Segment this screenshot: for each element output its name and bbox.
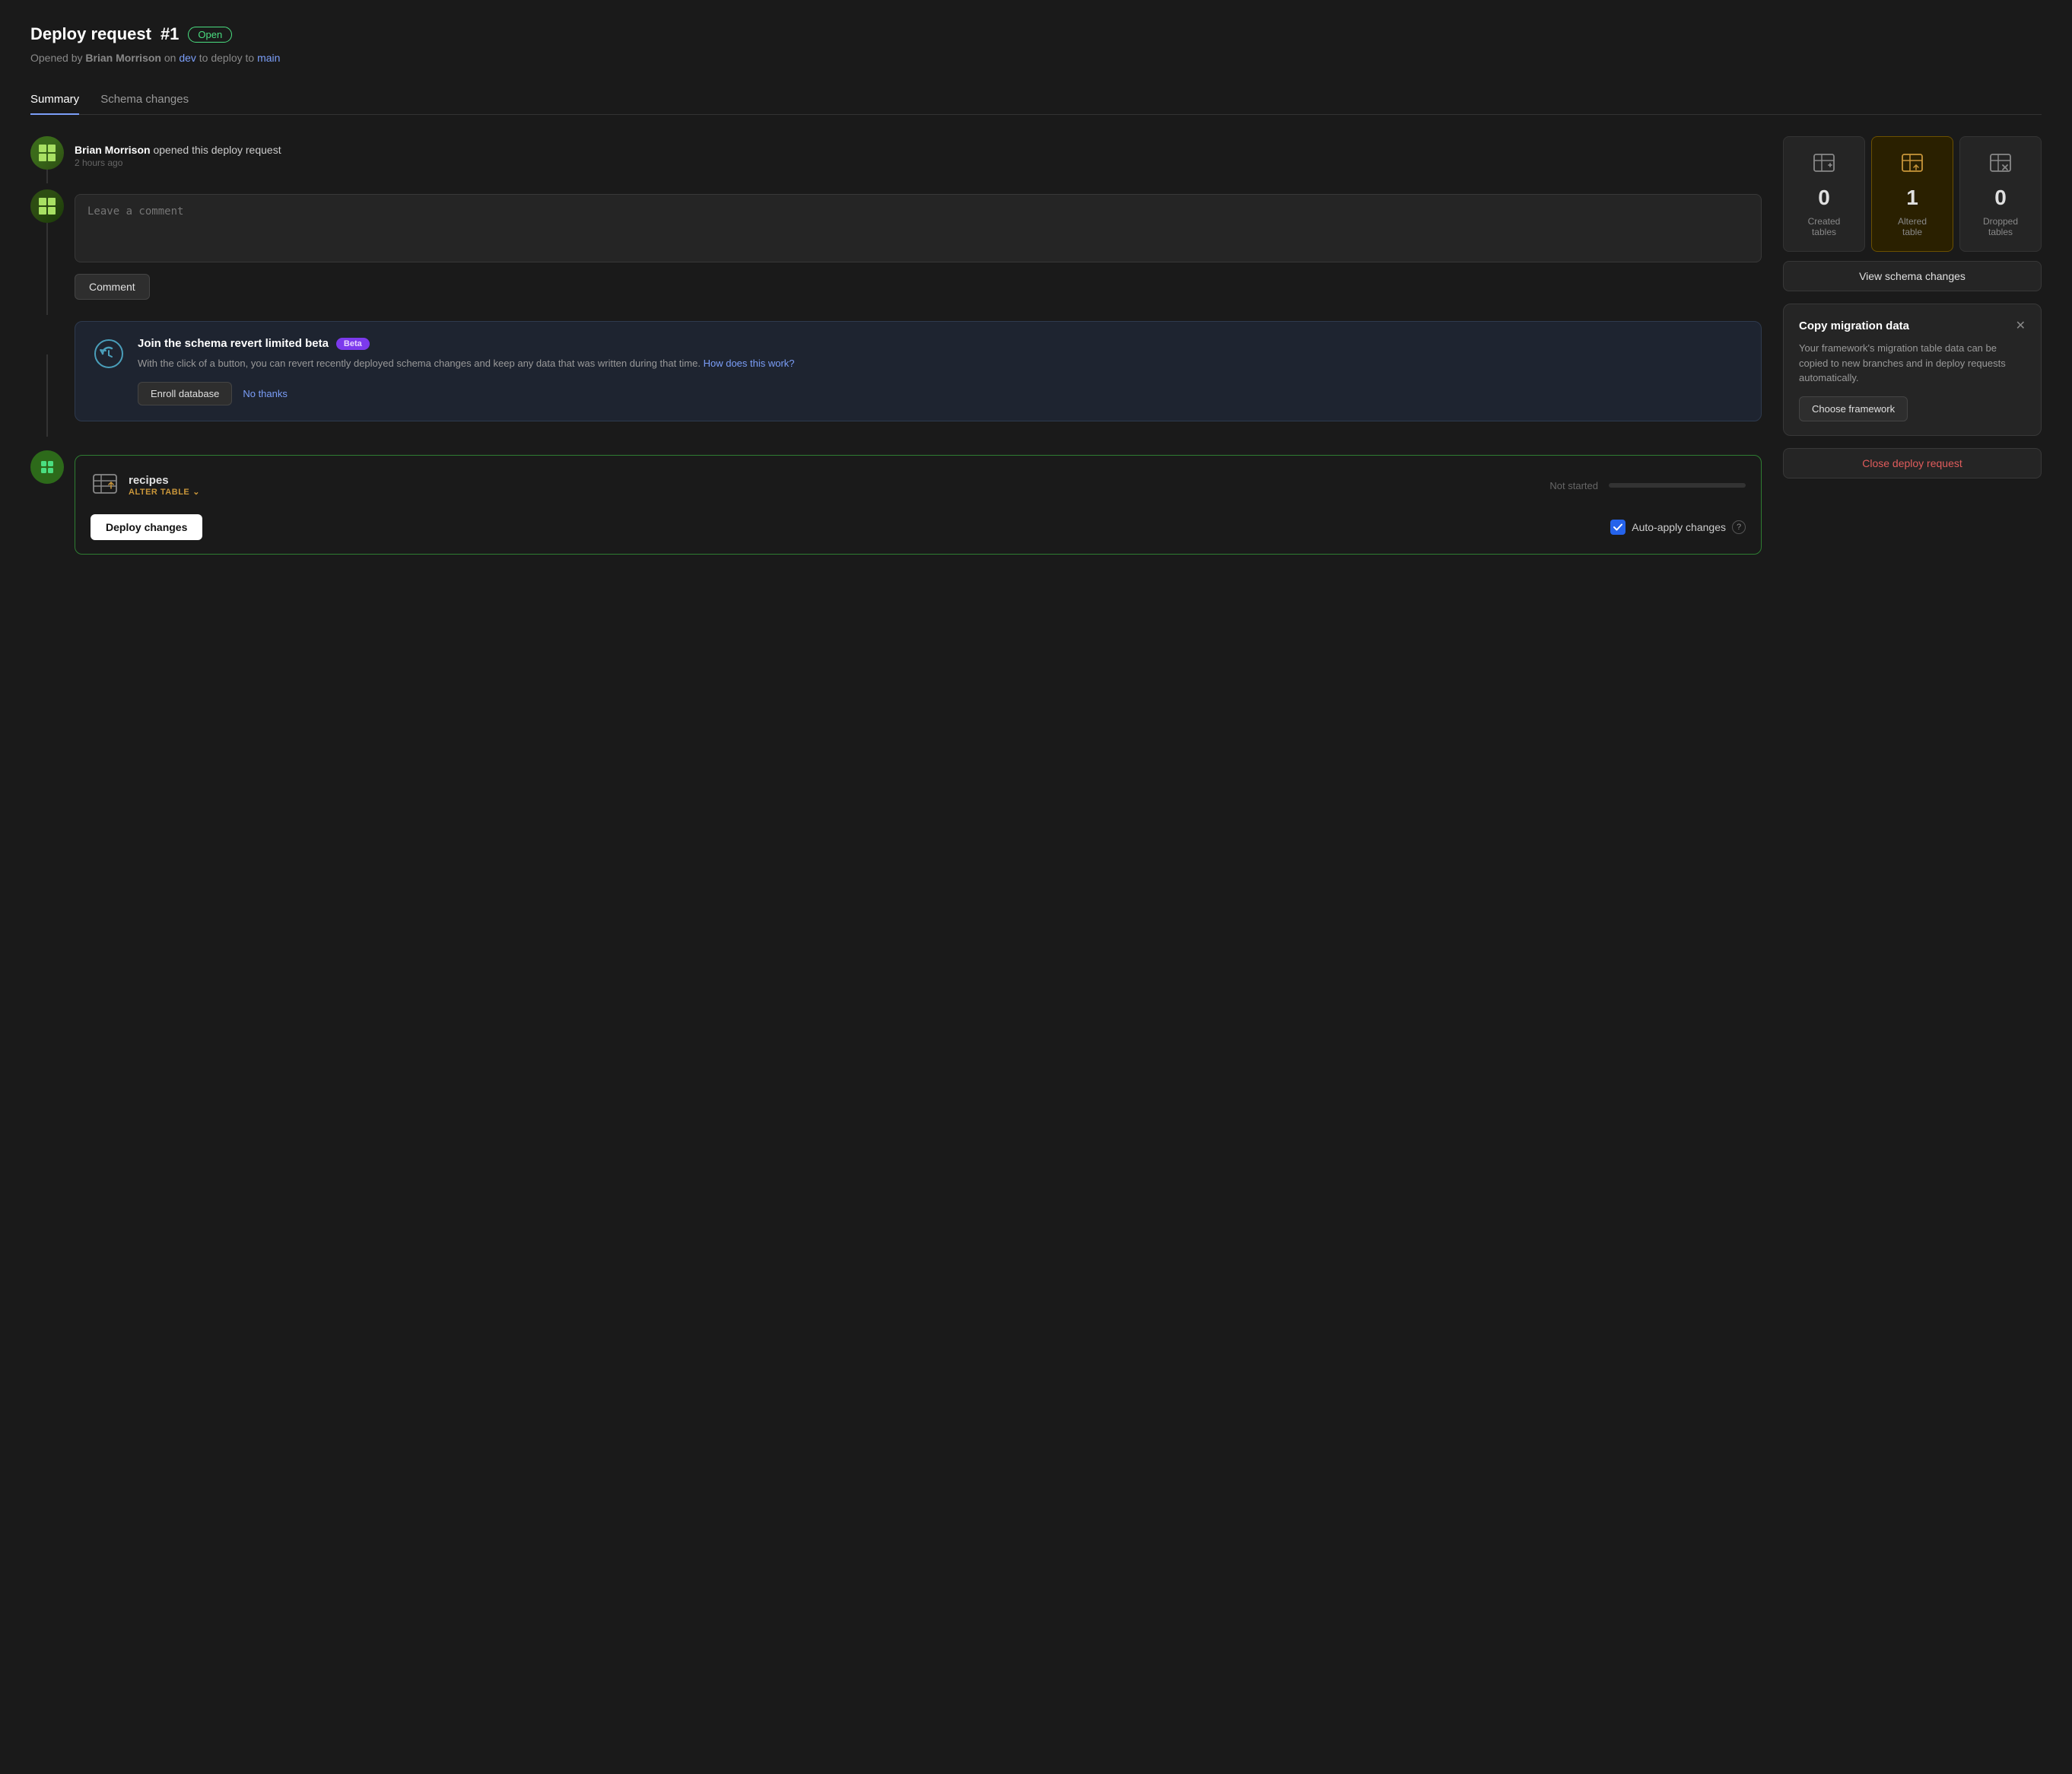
avatar <box>30 136 64 170</box>
header-subtitle: Opened by Brian Morrison on dev to deplo… <box>30 52 2042 64</box>
avatar-2 <box>30 189 64 223</box>
revert-icon <box>92 337 126 370</box>
deploy-card: recipes ALTER TABLE ⌄ Not started <box>75 455 1762 555</box>
no-thanks-button[interactable]: No thanks <box>243 388 288 399</box>
beta-badge: Beta <box>336 338 370 350</box>
status-badge: Open <box>188 27 232 43</box>
enroll-button[interactable]: Enroll database <box>138 382 232 405</box>
beta-title: Join the schema revert limited beta <box>138 337 329 350</box>
auto-apply-section: Auto-apply changes ? <box>1610 520 1746 535</box>
table-edit-icon <box>1900 151 1924 180</box>
migration-card: Copy migration data ✕ Your framework's m… <box>1783 304 2042 436</box>
tab-bar: Summary Schema changes <box>30 85 2042 115</box>
progress-bar <box>1609 483 1746 488</box>
beta-card: Join the schema revert limited beta Beta… <box>75 321 1762 421</box>
main-layout: Brian Morrison opened this deploy reques… <box>30 136 2042 561</box>
deploy-right: Not started <box>1549 480 1746 491</box>
created-tables-count: 0 <box>1818 186 1830 210</box>
created-tables-label: Createdtables <box>1808 216 1841 237</box>
stat-created-tables: 0 Createdtables <box>1783 136 1865 252</box>
table-icon <box>91 469 119 502</box>
comment-input[interactable] <box>75 194 1762 262</box>
how-does-this-work-link[interactable]: How does this work? <box>704 358 795 369</box>
right-column: 0 Createdtables 1 Alteredtabl <box>1783 136 2042 478</box>
timeline-item-open: Brian Morrison opened this deploy reques… <box>30 136 1762 183</box>
page-header: Deploy request #1 Open Opened by Brian M… <box>30 24 2042 64</box>
branch-from-link[interactable]: dev <box>179 52 196 64</box>
left-column: Brian Morrison opened this deploy reques… <box>30 136 1762 561</box>
auto-apply-label: Auto-apply changes <box>1632 521 1726 533</box>
close-deploy-request-button[interactable]: Close deploy request <box>1783 448 2042 478</box>
beta-description: With the click of a button, you can reve… <box>138 356 1744 371</box>
migration-description: Your framework's migration table data ca… <box>1799 341 2026 386</box>
timeline-event-text: Brian Morrison opened this deploy reques… <box>75 136 1762 183</box>
view-schema-button[interactable]: View schema changes <box>1783 261 2042 291</box>
migration-title: Copy migration data <box>1799 320 1909 332</box>
altered-table-count: 1 <box>1906 186 1918 210</box>
stats-row: 0 Createdtables 1 Alteredtabl <box>1783 136 2042 252</box>
beta-card-body: Join the schema revert limited beta Beta… <box>138 337 1744 405</box>
auto-apply-checkbox[interactable] <box>1610 520 1626 535</box>
deploy-number: #1 <box>160 24 179 44</box>
event-time: 2 hours ago <box>75 157 1762 168</box>
avatar-deploy <box>30 450 64 484</box>
branch-to-link[interactable]: main <box>257 52 280 64</box>
tab-summary[interactable]: Summary <box>30 85 79 115</box>
altered-table-label: Alteredtable <box>1898 216 1927 237</box>
table-remove-icon <box>1988 151 2013 180</box>
deploy-changes-button[interactable]: Deploy changes <box>91 514 202 540</box>
stat-altered-table: 1 Alteredtable <box>1871 136 1953 252</box>
timeline-item-beta: Join the schema revert limited beta Beta… <box>30 321 1762 437</box>
stat-dropped-tables: 0 Droppedtables <box>1959 136 2042 252</box>
alter-tag: ALTER TABLE ⌄ <box>129 487 200 497</box>
close-migration-button[interactable]: ✕ <box>2016 318 2026 333</box>
dropped-tables-label: Droppedtables <box>1983 216 2018 237</box>
tab-schema-changes[interactable]: Schema changes <box>100 85 189 115</box>
dropped-tables-count: 0 <box>1994 186 2007 210</box>
deploy-card-left: recipes ALTER TABLE ⌄ <box>91 469 200 502</box>
deploy-status: Not started <box>1549 480 1598 491</box>
table-name: recipes <box>129 474 200 487</box>
timeline-item-comment: Comment <box>30 189 1762 315</box>
choose-framework-button[interactable]: Choose framework <box>1799 396 1908 421</box>
table-add-icon <box>1812 151 1836 180</box>
timeline-item-deploy: recipes ALTER TABLE ⌄ Not started <box>30 443 1762 555</box>
page-container: Deploy request #1 Open Opened by Brian M… <box>30 24 2042 561</box>
page-title: Deploy request <box>30 24 151 44</box>
table-info: recipes ALTER TABLE ⌄ <box>129 474 200 497</box>
help-icon[interactable]: ? <box>1732 520 1746 534</box>
comment-section: Comment <box>75 189 1762 315</box>
comment-button[interactable]: Comment <box>75 274 150 300</box>
